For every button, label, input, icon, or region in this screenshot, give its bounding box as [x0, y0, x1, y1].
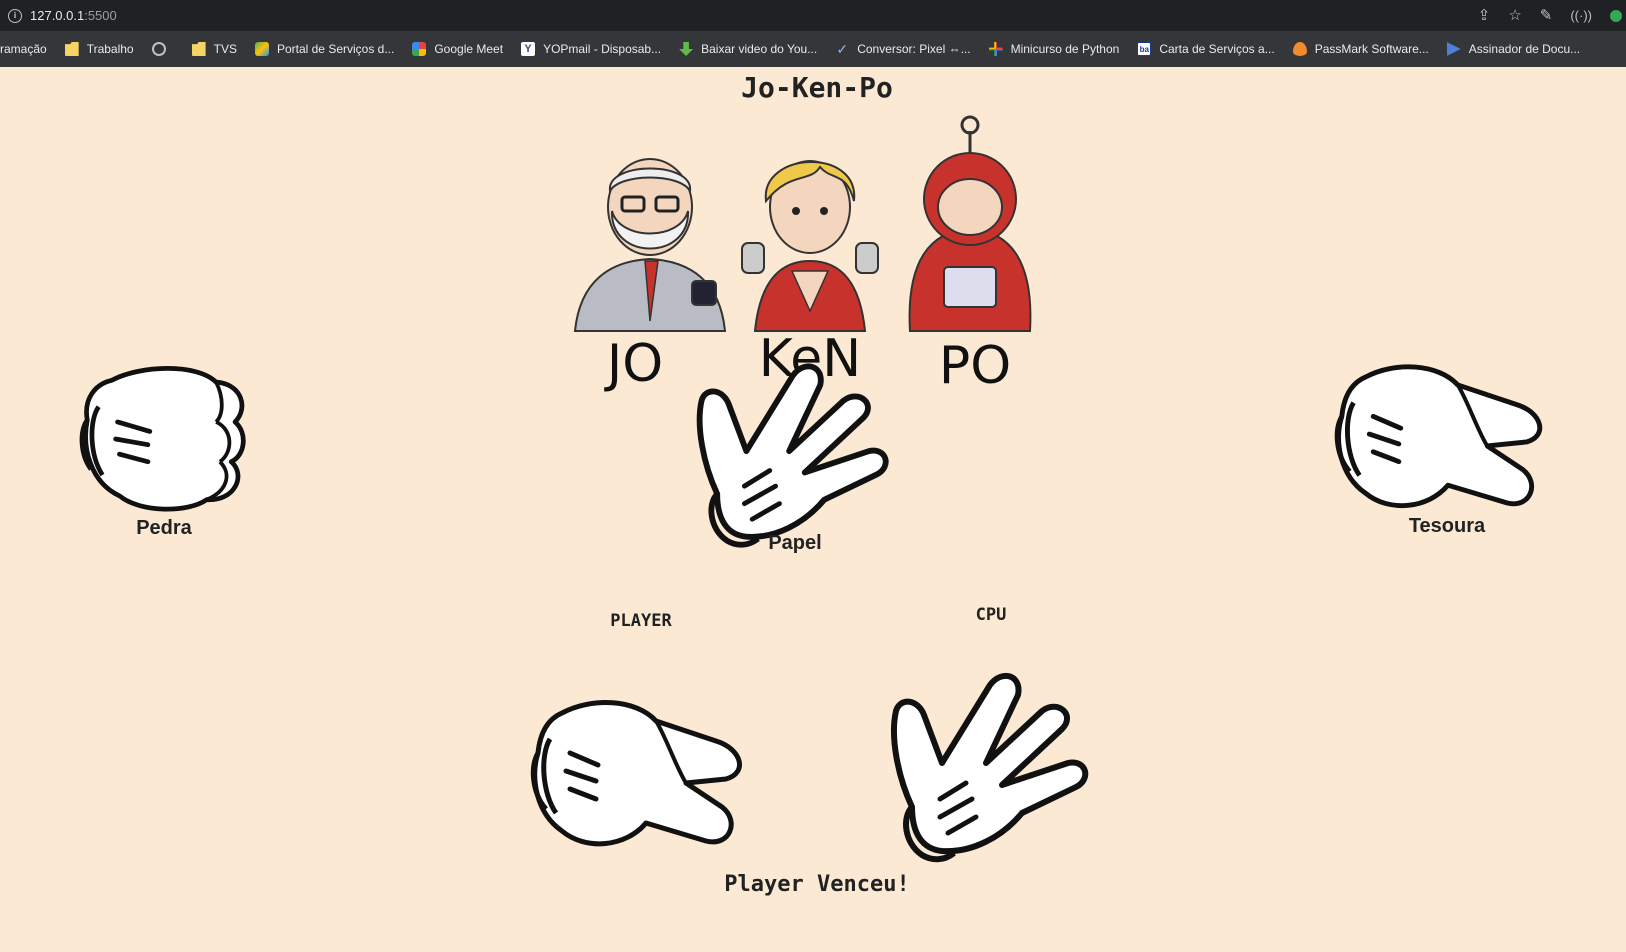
page-title: Jo-Ken-Po: [741, 71, 893, 104]
bookmark-baixar-video[interactable]: Baixar video do You...: [679, 42, 817, 56]
google-meet-icon: [412, 42, 427, 56]
bookmark-globe[interactable]: [151, 42, 174, 56]
bookmark-label: Assinador de Docu...: [1468, 42, 1581, 56]
bookmark-label: Trabalho: [86, 42, 134, 56]
old-man-character-icon: [573, 158, 727, 332]
bookmark-label: Carta de Serviços a...: [1159, 42, 1275, 56]
broadcast-icon[interactable]: ((·)): [1570, 9, 1592, 22]
yopmail-icon: Y: [521, 42, 536, 56]
gov-portal-icon: [254, 42, 269, 56]
result-text: Player Venceu!: [724, 872, 910, 897]
cpu-choice-paper-icon: [882, 667, 1102, 867]
cpu-label: CPU: [975, 605, 1007, 625]
url-text[interactable]: 127.0.0.1:5500: [30, 8, 117, 23]
folder-icon: [191, 42, 206, 56]
bookmark-label: PassMark Software...: [1314, 42, 1429, 56]
bookmark-assinador[interactable]: Assinador de Docu...: [1446, 42, 1581, 56]
extension-green-icon[interactable]: [1610, 9, 1622, 22]
site-info-icon[interactable]: i: [8, 8, 22, 23]
flame-icon: [1292, 42, 1307, 56]
bookmark-label: Conversor: Pixel ⇔...: [857, 42, 971, 56]
bookmark-item[interactable]: ramação: [0, 42, 47, 56]
rock-choice-button[interactable]: [74, 363, 254, 515]
bookmark-label: ramação: [0, 42, 47, 56]
pen-extension-icon[interactable]: ✎: [1540, 8, 1553, 23]
check-icon: ✓: [836, 41, 849, 57]
bookmark-star-icon[interactable]: ☆: [1508, 8, 1521, 23]
fighter-character-icon: [741, 160, 879, 332]
bookmarks-bar: ramação Trabalho TVS Portal de Serviços …: [0, 31, 1626, 67]
red-character-icon: [908, 115, 1032, 332]
rock-label: Pedra: [136, 517, 192, 539]
bookmark-carta-servicos[interactable]: ba Carta de Serviços a...: [1137, 42, 1275, 56]
paper-choice-button[interactable]: [688, 357, 902, 553]
address-bar-actions: ⇪ ☆ ✎ ((·)): [1478, 0, 1626, 31]
bookmark-label: TVS: [213, 42, 237, 56]
bookmark-label: YOPmail - Disposab...: [543, 42, 662, 56]
bookmark-label: Google Meet: [434, 42, 504, 56]
player-label: PLAYER: [610, 611, 672, 631]
bookmark-google-meet[interactable]: Google Meet: [412, 42, 503, 56]
player-choice-scissors-icon: [526, 697, 756, 857]
bookmark-yopmail[interactable]: Y YOPmail - Disposab...: [521, 42, 661, 56]
download-icon: [679, 42, 694, 56]
scissors-choice-button[interactable]: [1330, 361, 1556, 519]
bookmark-conversor[interactable]: ✓ Conversor: Pixel ⇔...: [835, 42, 970, 56]
globe-icon: [151, 42, 166, 56]
bookmark-minicurso-python[interactable]: Minicurso de Python: [988, 42, 1120, 56]
logo-word-po: PO: [939, 336, 1011, 396]
logo-word-jo: JO: [604, 334, 663, 394]
scissors-label: Tesoura: [1408, 515, 1486, 537]
paper-label: Papel: [768, 532, 822, 554]
sign-icon: [1446, 42, 1461, 56]
bookmark-label: Baixar video do You...: [701, 42, 818, 56]
bookmark-label: Portal de Serviços d...: [276, 42, 395, 56]
address-bar: i 127.0.0.1:5500 ⇪ ☆ ✎ ((·)): [0, 0, 1626, 31]
bookmark-folder-trabalho[interactable]: Trabalho: [64, 42, 134, 56]
game-page: Jo-Ken-Po JO KeN PO Pedra Papel Tesoura …: [0, 67, 1626, 952]
bookmark-passmark[interactable]: PassMark Software...: [1292, 42, 1429, 56]
folder-icon: [64, 42, 79, 56]
bookmark-folder-tvs[interactable]: TVS: [191, 42, 237, 56]
share-icon[interactable]: ⇪: [1478, 8, 1491, 23]
bookmark-portal[interactable]: Portal de Serviços d...: [254, 42, 395, 56]
ba-icon: ba: [1137, 42, 1152, 56]
url-host: 127.0.0.1: [30, 8, 85, 23]
bookmark-label: Minicurso de Python: [1010, 42, 1120, 56]
plus-icon: [988, 42, 1003, 56]
url-port: :5500: [84, 8, 117, 23]
